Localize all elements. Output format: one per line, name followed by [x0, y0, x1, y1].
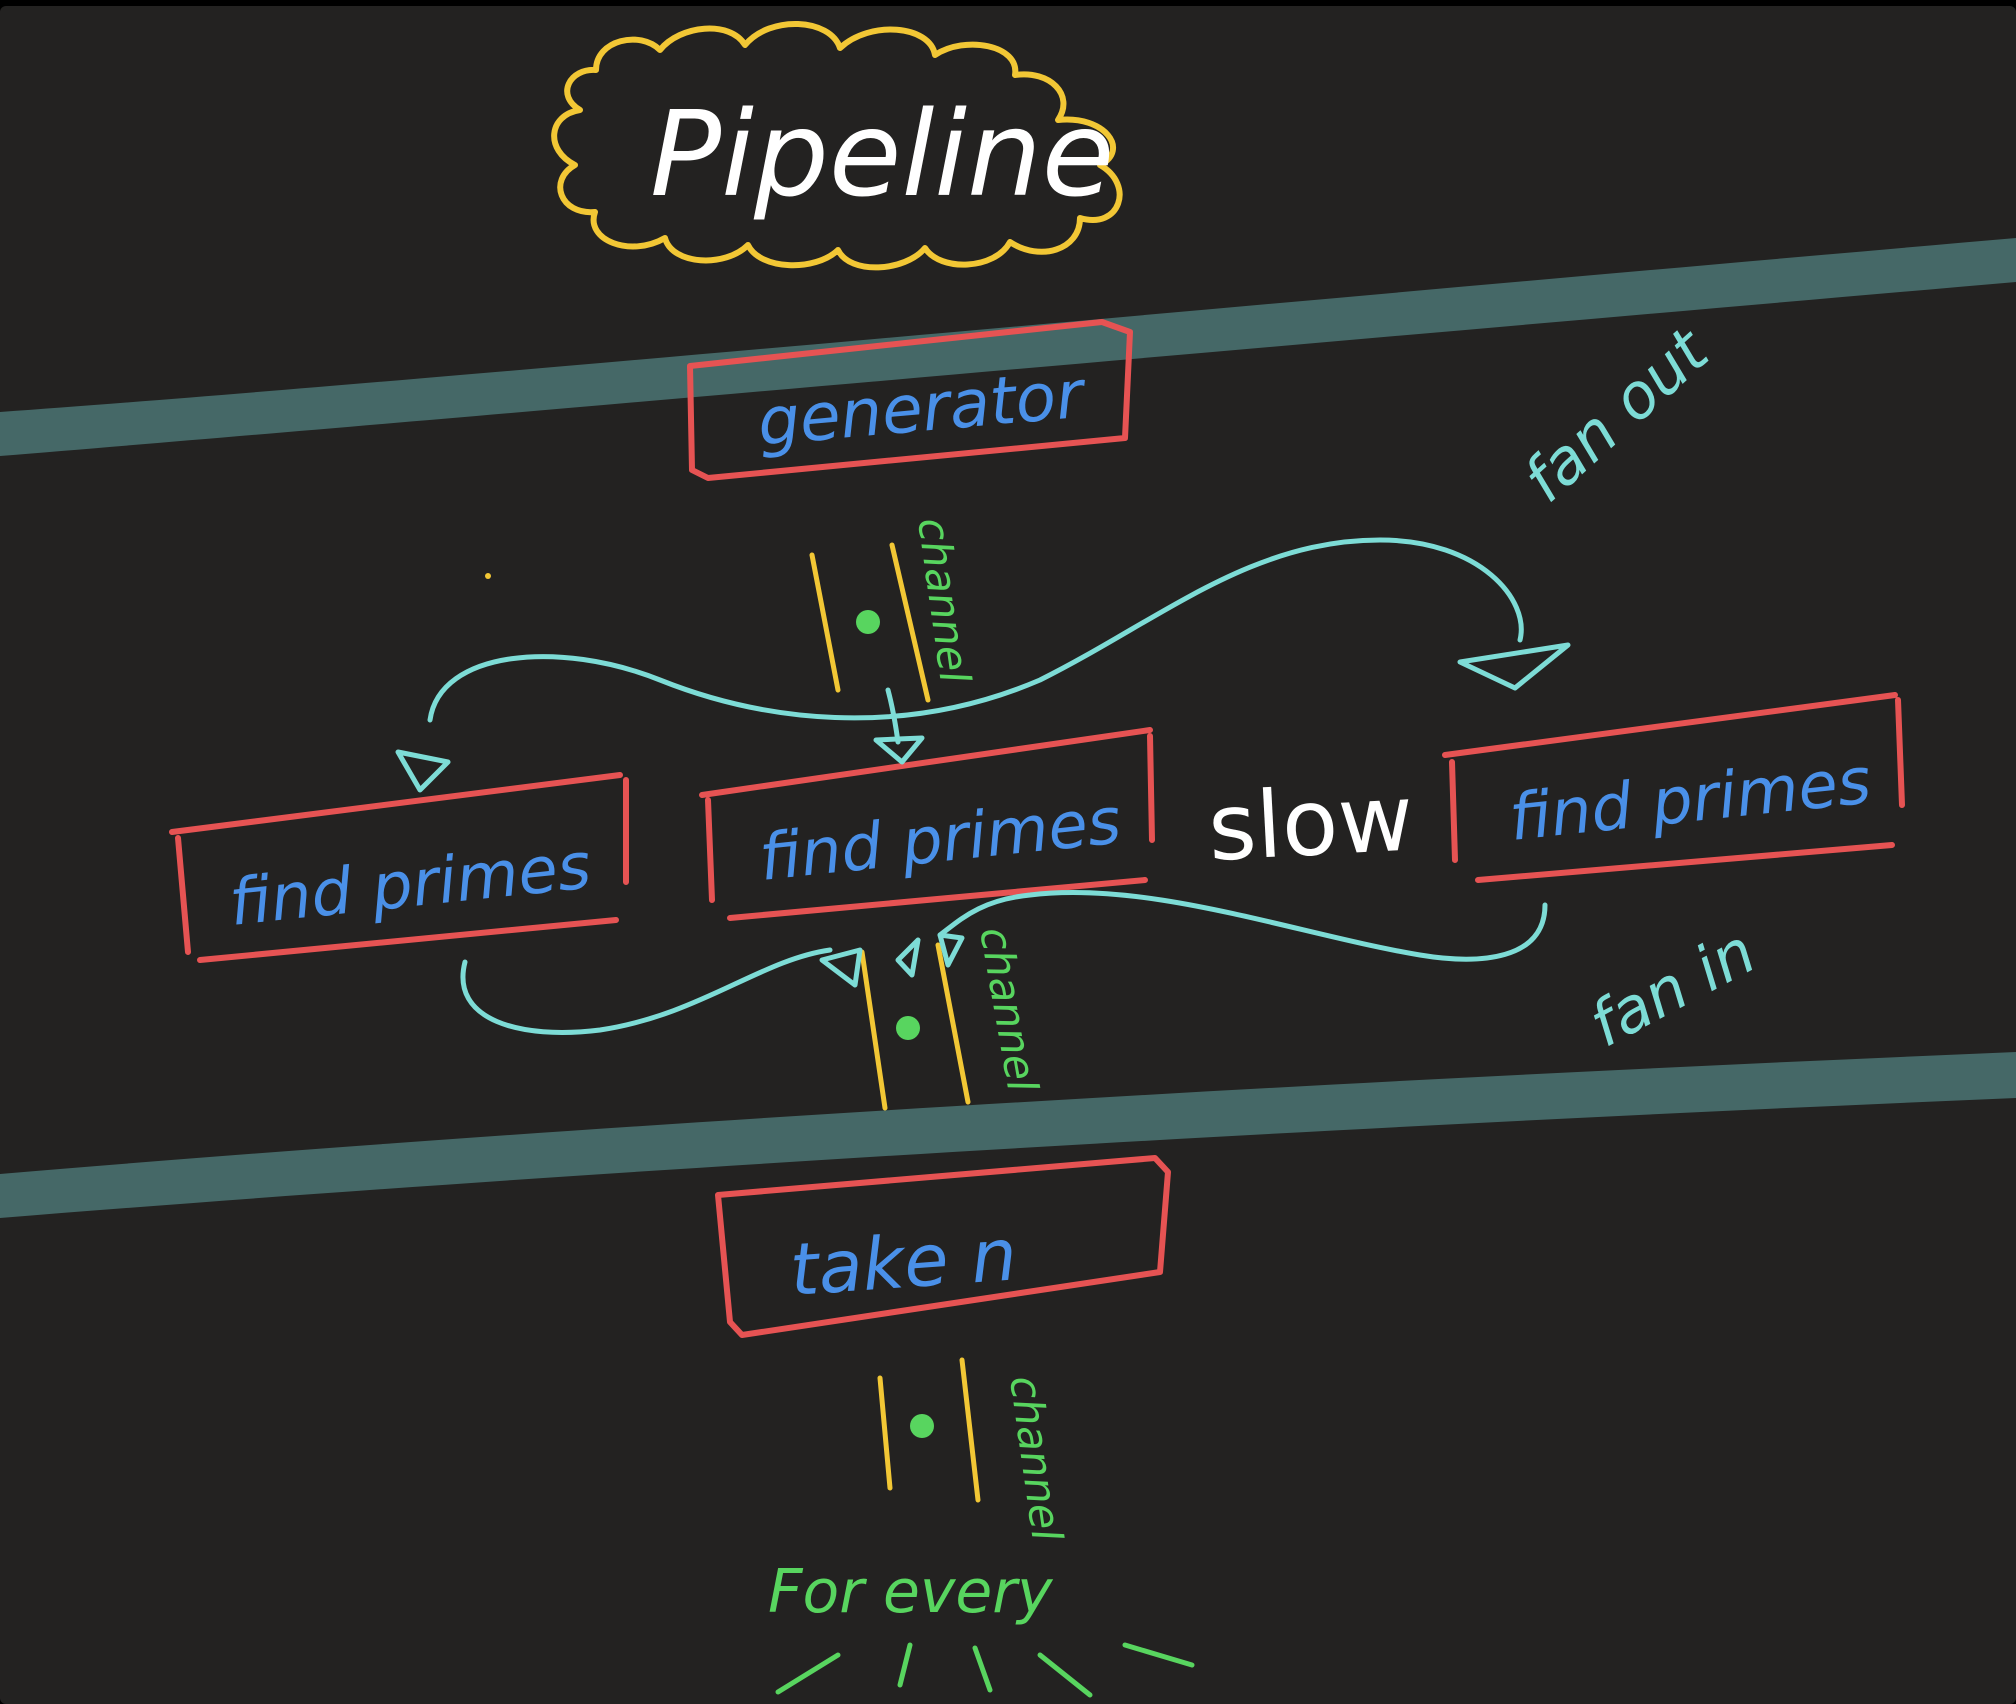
- pipeline-diagram: Pipeline generator find primes find prim…: [0, 6, 2016, 1704]
- diagram-title: Pipeline: [650, 85, 1114, 223]
- for-every-label: For every: [768, 1557, 1054, 1627]
- take-n-label: take n: [787, 1212, 1019, 1312]
- stray-dot: [485, 573, 491, 579]
- top-channel-item-dot: [856, 610, 880, 634]
- bottom-channel-item-dot: [910, 1414, 934, 1438]
- slow-label: slow: [1206, 764, 1416, 882]
- middle-channel-item-dot: [896, 1016, 920, 1040]
